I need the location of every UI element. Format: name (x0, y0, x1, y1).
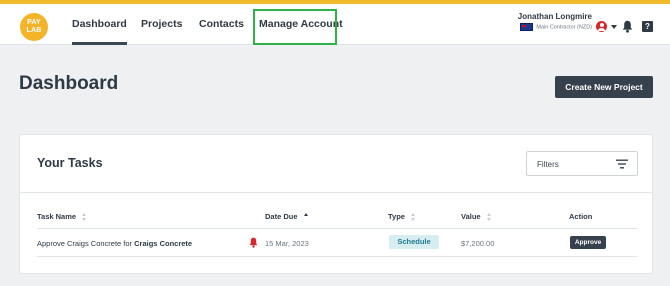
task-name[interactable]: Approve Craigs Concrete for Craigs Concr… (37, 239, 192, 248)
column-header-task-name[interactable]: Task Name (37, 212, 87, 222)
column-header-type[interactable]: Type (388, 212, 416, 222)
nav-contacts[interactable]: Contacts (199, 4, 244, 44)
type-badge: Schedule (389, 235, 439, 249)
sort-icon (410, 213, 416, 222)
task-name-text: Approve Craigs Concrete for (37, 239, 135, 248)
filters-label: Filters (537, 160, 559, 169)
user-name: Jonathan Longmire (517, 12, 592, 21)
row-divider (37, 256, 637, 257)
task-value: $7,200.00 (461, 239, 495, 248)
help-icon[interactable]: ? (642, 21, 653, 32)
nav-projects[interactable]: Projects (141, 4, 182, 44)
filters-dropdown[interactable]: Filters (526, 151, 638, 176)
card-title: Your Tasks (37, 156, 103, 170)
logo-text-top: PAY (27, 19, 41, 26)
column-header-date-due[interactable]: Date Due (265, 212, 309, 221)
nav-dashboard[interactable]: Dashboard (72, 4, 127, 45)
nz-flag-icon (520, 23, 534, 31)
user-info[interactable]: Jonathan Longmire Main Contractor (NZD) (512, 12, 592, 31)
filter-icon (616, 159, 628, 169)
sort-icon (486, 213, 492, 222)
approve-button[interactable]: Approve (570, 236, 606, 249)
logo-text-bottom: LAB (26, 27, 42, 34)
alert-bell-icon (249, 237, 258, 248)
your-tasks-card: Your Tasks Filters Task Name Date Due Ty… (19, 134, 653, 274)
task-company: Craigs Concrete (134, 239, 193, 248)
manage-account-highlight (253, 9, 337, 45)
bell-icon[interactable] (622, 20, 633, 33)
sort-ascending-icon (303, 213, 309, 221)
date-due: 15 Mar, 2023 (265, 239, 309, 248)
top-navigation-bar: PAY LAB Dashboard Projects Contacts Mana… (0, 0, 670, 45)
user-role-line: Main Contractor (NZD) (512, 23, 592, 31)
card-divider (20, 192, 652, 193)
column-label: Task Name (37, 212, 77, 221)
user-icon[interactable] (596, 21, 607, 32)
chevron-down-icon[interactable] (611, 25, 617, 29)
column-label: Value (461, 212, 481, 221)
paylab-logo[interactable]: PAY LAB (20, 13, 48, 41)
sort-icon (82, 213, 87, 222)
page-title: Dashboard (19, 73, 119, 94)
user-role: Main Contractor (NZD) (536, 24, 592, 31)
column-header-value[interactable]: Value (461, 212, 492, 222)
header-row-divider (37, 228, 637, 229)
column-header-action: Action (569, 212, 593, 221)
column-label: Date Due (265, 212, 298, 221)
create-new-project-button[interactable]: Create New Project (555, 76, 653, 98)
column-label: Type (388, 212, 405, 221)
